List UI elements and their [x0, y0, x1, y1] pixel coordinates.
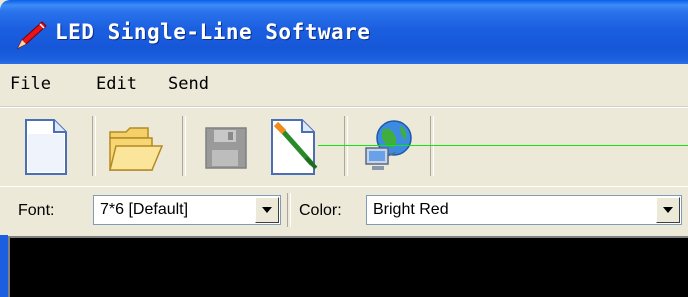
pen-icon [16, 21, 47, 50]
menu-file[interactable]: File [10, 74, 51, 94]
chevron-down-icon [663, 207, 673, 213]
font-select-value: 7*6 [Default] [100, 201, 189, 218]
color-select-value: Bright Red [373, 201, 449, 218]
font-label: Font: [18, 202, 55, 219]
window-title: LED Single-Line Software [55, 20, 371, 44]
chevron-down-icon [262, 207, 272, 213]
toolbar-separator [344, 116, 348, 176]
edit-brush-icon [271, 119, 318, 175]
edit-button[interactable] [262, 114, 332, 178]
save-button[interactable] [192, 114, 262, 178]
new-document-icon [25, 119, 67, 175]
color-select[interactable]: Bright Red [366, 195, 682, 225]
network-globe-icon [365, 120, 412, 170]
font-dropdown-button[interactable] [255, 197, 279, 223]
toolbar-separator [430, 116, 434, 176]
toolbar [0, 107, 688, 187]
new-button[interactable] [12, 114, 82, 178]
toolbar-separator [182, 116, 186, 176]
toolbar-separator [92, 116, 96, 176]
title-bar[interactable]: LED Single-Line Software [0, 0, 688, 64]
indicator-line [318, 145, 688, 146]
menu-send[interactable]: Send [168, 74, 209, 94]
color-label: Color: [299, 202, 342, 219]
open-button[interactable] [102, 114, 172, 178]
led-display-area[interactable] [8, 236, 688, 297]
options-separator [287, 193, 291, 227]
menu-edit[interactable]: Edit [96, 74, 137, 94]
send-network-button[interactable] [354, 114, 424, 178]
open-folder-icon [109, 127, 164, 171]
font-select[interactable]: 7*6 [Default] [93, 195, 281, 225]
options-bar: Font: 7*6 [Default] Color: Bright Red [0, 186, 688, 235]
color-dropdown-button[interactable] [656, 197, 680, 223]
menu-bar: File Edit Send [0, 64, 688, 107]
save-disk-icon [205, 127, 247, 169]
app-window: LED Single-Line Software File Edit Send [0, 0, 688, 297]
